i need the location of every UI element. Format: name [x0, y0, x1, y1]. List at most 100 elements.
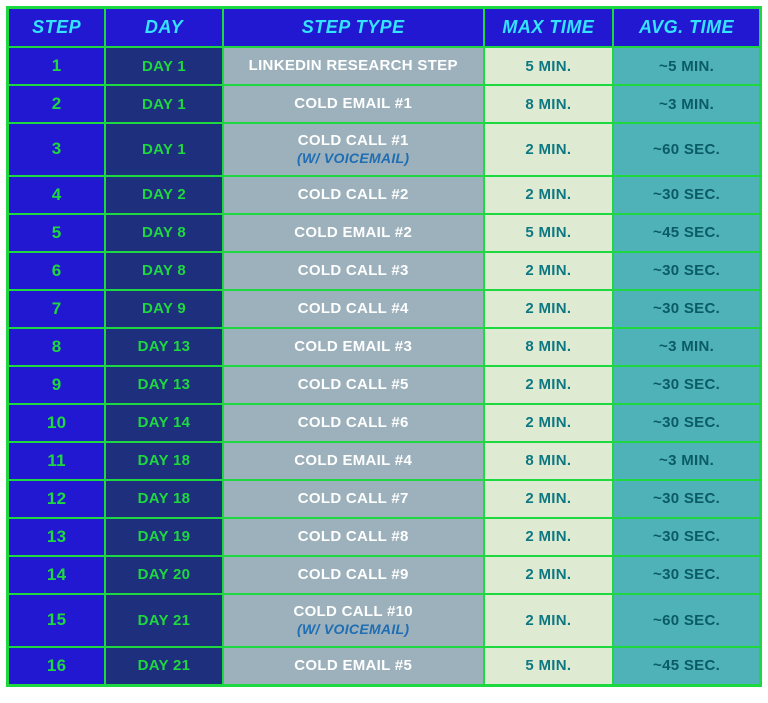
table-row: 14DAY 20 COLD CALL #9 2 MIN.~30 SEC. [8, 556, 761, 594]
cell-avg-time: ~30 SEC. [613, 290, 760, 328]
table-row: 7DAY 9COLD CALL #42 MIN.~30 SEC. [8, 290, 761, 328]
cell-step-type: COLD CALL #7 [223, 480, 484, 518]
step-type-main: LINKEDIN RESEARCH STEP [228, 57, 479, 75]
table-row: 10DAY 14COLD CALL #62 MIN.~30 SEC. [8, 404, 761, 442]
step-type-main: COLD CALL #9 [228, 566, 479, 584]
cell-max-time: 2 MIN. [484, 556, 613, 594]
step-type-main: COLD CALL #6 [228, 414, 479, 432]
cell-step-type: COLD EMAIL #2 [223, 214, 484, 252]
cell-step: 14 [8, 556, 106, 594]
cell-avg-time: ~3 MIN. [613, 85, 760, 123]
cell-avg-time: ~45 SEC. [613, 647, 760, 686]
col-header-day: DAY [105, 8, 223, 48]
cell-step: 12 [8, 480, 106, 518]
table-row: 2DAY 1 COLD EMAIL #1 8 MIN.~3 MIN. [8, 85, 761, 123]
step-type-sub: (W/ VOICEMAIL) [228, 621, 479, 638]
table-body: 1DAY 1LINKEDIN RESEARCH STEP5 MIN.~5 MIN… [8, 47, 761, 685]
cell-step-type: COLD CALL #6 [223, 404, 484, 442]
step-type-main: COLD CALL #3 [228, 262, 479, 280]
cell-avg-time: ~30 SEC. [613, 518, 760, 556]
table-row: 1DAY 1LINKEDIN RESEARCH STEP5 MIN.~5 MIN… [8, 47, 761, 85]
cell-avg-time: ~60 SEC. [613, 123, 760, 176]
cell-day: DAY 2 [105, 176, 223, 214]
col-header-step: STEP [8, 8, 106, 48]
cell-avg-time: ~45 SEC. [613, 214, 760, 252]
cell-day: DAY 1 [105, 47, 223, 85]
step-type-main: COLD EMAIL #4 [228, 452, 479, 470]
cell-max-time: 2 MIN. [484, 290, 613, 328]
cell-max-time: 8 MIN. [484, 85, 613, 123]
cell-step: 16 [8, 647, 106, 686]
cell-max-time: 2 MIN. [484, 123, 613, 176]
step-type-main: COLD CALL #2 [228, 186, 479, 204]
step-type-sub: (W/ VOICEMAIL) [228, 150, 479, 167]
cell-step-type: COLD EMAIL #1 [223, 85, 484, 123]
cell-step: 7 [8, 290, 106, 328]
cell-step-type: COLD EMAIL #3 [223, 328, 484, 366]
cell-max-time: 8 MIN. [484, 442, 613, 480]
cell-step-type: COLD CALL #2 [223, 176, 484, 214]
table-row: 6DAY 8COLD CALL #32 MIN.~30 SEC. [8, 252, 761, 290]
cell-avg-time: ~3 MIN. [613, 328, 760, 366]
cell-step: 15 [8, 594, 106, 647]
cell-step: 5 [8, 214, 106, 252]
cell-avg-time: ~5 MIN. [613, 47, 760, 85]
table-row: 12DAY 18COLD CALL #72 MIN.~30 SEC. [8, 480, 761, 518]
cell-step: 2 [8, 85, 106, 123]
step-type-main: COLD EMAIL #1 [228, 95, 479, 113]
cell-avg-time: ~60 SEC. [613, 594, 760, 647]
cell-avg-time: ~30 SEC. [613, 252, 760, 290]
table-row: 4DAY 2COLD CALL #22 MIN.~30 SEC. [8, 176, 761, 214]
cell-day: DAY 18 [105, 442, 223, 480]
cell-day: DAY 8 [105, 252, 223, 290]
step-type-main: COLD EMAIL #2 [228, 224, 479, 242]
cell-max-time: 5 MIN. [484, 47, 613, 85]
cell-day: DAY 13 [105, 366, 223, 404]
cell-day: DAY 14 [105, 404, 223, 442]
cell-max-time: 5 MIN. [484, 647, 613, 686]
cell-avg-time: ~3 MIN. [613, 442, 760, 480]
cell-step: 13 [8, 518, 106, 556]
cell-step-type: COLD CALL #5 [223, 366, 484, 404]
cell-step: 10 [8, 404, 106, 442]
cell-max-time: 2 MIN. [484, 176, 613, 214]
cell-step-type: COLD CALL #4 [223, 290, 484, 328]
cell-avg-time: ~30 SEC. [613, 404, 760, 442]
cell-step: 11 [8, 442, 106, 480]
cell-day: DAY 1 [105, 123, 223, 176]
step-type-main: COLD CALL #10 [228, 603, 479, 621]
cell-step: 6 [8, 252, 106, 290]
cell-step-type: COLD CALL #1(W/ VOICEMAIL) [223, 123, 484, 176]
cell-day: DAY 19 [105, 518, 223, 556]
table-row: 16DAY 21COLD EMAIL #55 MIN.~45 SEC. [8, 647, 761, 686]
table-row: 8DAY 13COLD EMAIL #38 MIN.~3 MIN. [8, 328, 761, 366]
cell-day: DAY 13 [105, 328, 223, 366]
table-row: 3DAY 1COLD CALL #1(W/ VOICEMAIL)2 MIN.~6… [8, 123, 761, 176]
table-row: 5DAY 8COLD EMAIL #25 MIN.~45 SEC. [8, 214, 761, 252]
table-row: 11DAY 18 COLD EMAIL #4 8 MIN.~3 MIN. [8, 442, 761, 480]
cell-step-type: COLD CALL #9 [223, 556, 484, 594]
step-type-main: COLD CALL #1 [228, 132, 479, 150]
col-header-max: MAX TIME [484, 8, 613, 48]
step-type-main: COLD EMAIL #3 [228, 338, 479, 356]
cell-step-type: COLD EMAIL #5 [223, 647, 484, 686]
step-type-main: COLD CALL #4 [228, 300, 479, 318]
cell-step-type: COLD EMAIL #4 [223, 442, 484, 480]
cell-day: DAY 20 [105, 556, 223, 594]
cell-avg-time: ~30 SEC. [613, 556, 760, 594]
cell-day: DAY 1 [105, 85, 223, 123]
cell-avg-time: ~30 SEC. [613, 480, 760, 518]
cell-avg-time: ~30 SEC. [613, 176, 760, 214]
cell-max-time: 2 MIN. [484, 594, 613, 647]
step-type-main: COLD EMAIL #5 [228, 657, 479, 675]
cell-max-time: 8 MIN. [484, 328, 613, 366]
cadence-table: STEP DAY STEP TYPE MAX TIME AVG. TIME 1D… [6, 6, 762, 687]
cell-day: DAY 21 [105, 594, 223, 647]
cell-step-type: COLD CALL #10(W/ VOICEMAIL) [223, 594, 484, 647]
cell-max-time: 5 MIN. [484, 214, 613, 252]
col-header-avg: AVG. TIME [613, 8, 760, 48]
cell-max-time: 2 MIN. [484, 366, 613, 404]
cell-step: 9 [8, 366, 106, 404]
cell-day: DAY 18 [105, 480, 223, 518]
step-type-main: COLD CALL #7 [228, 490, 479, 508]
